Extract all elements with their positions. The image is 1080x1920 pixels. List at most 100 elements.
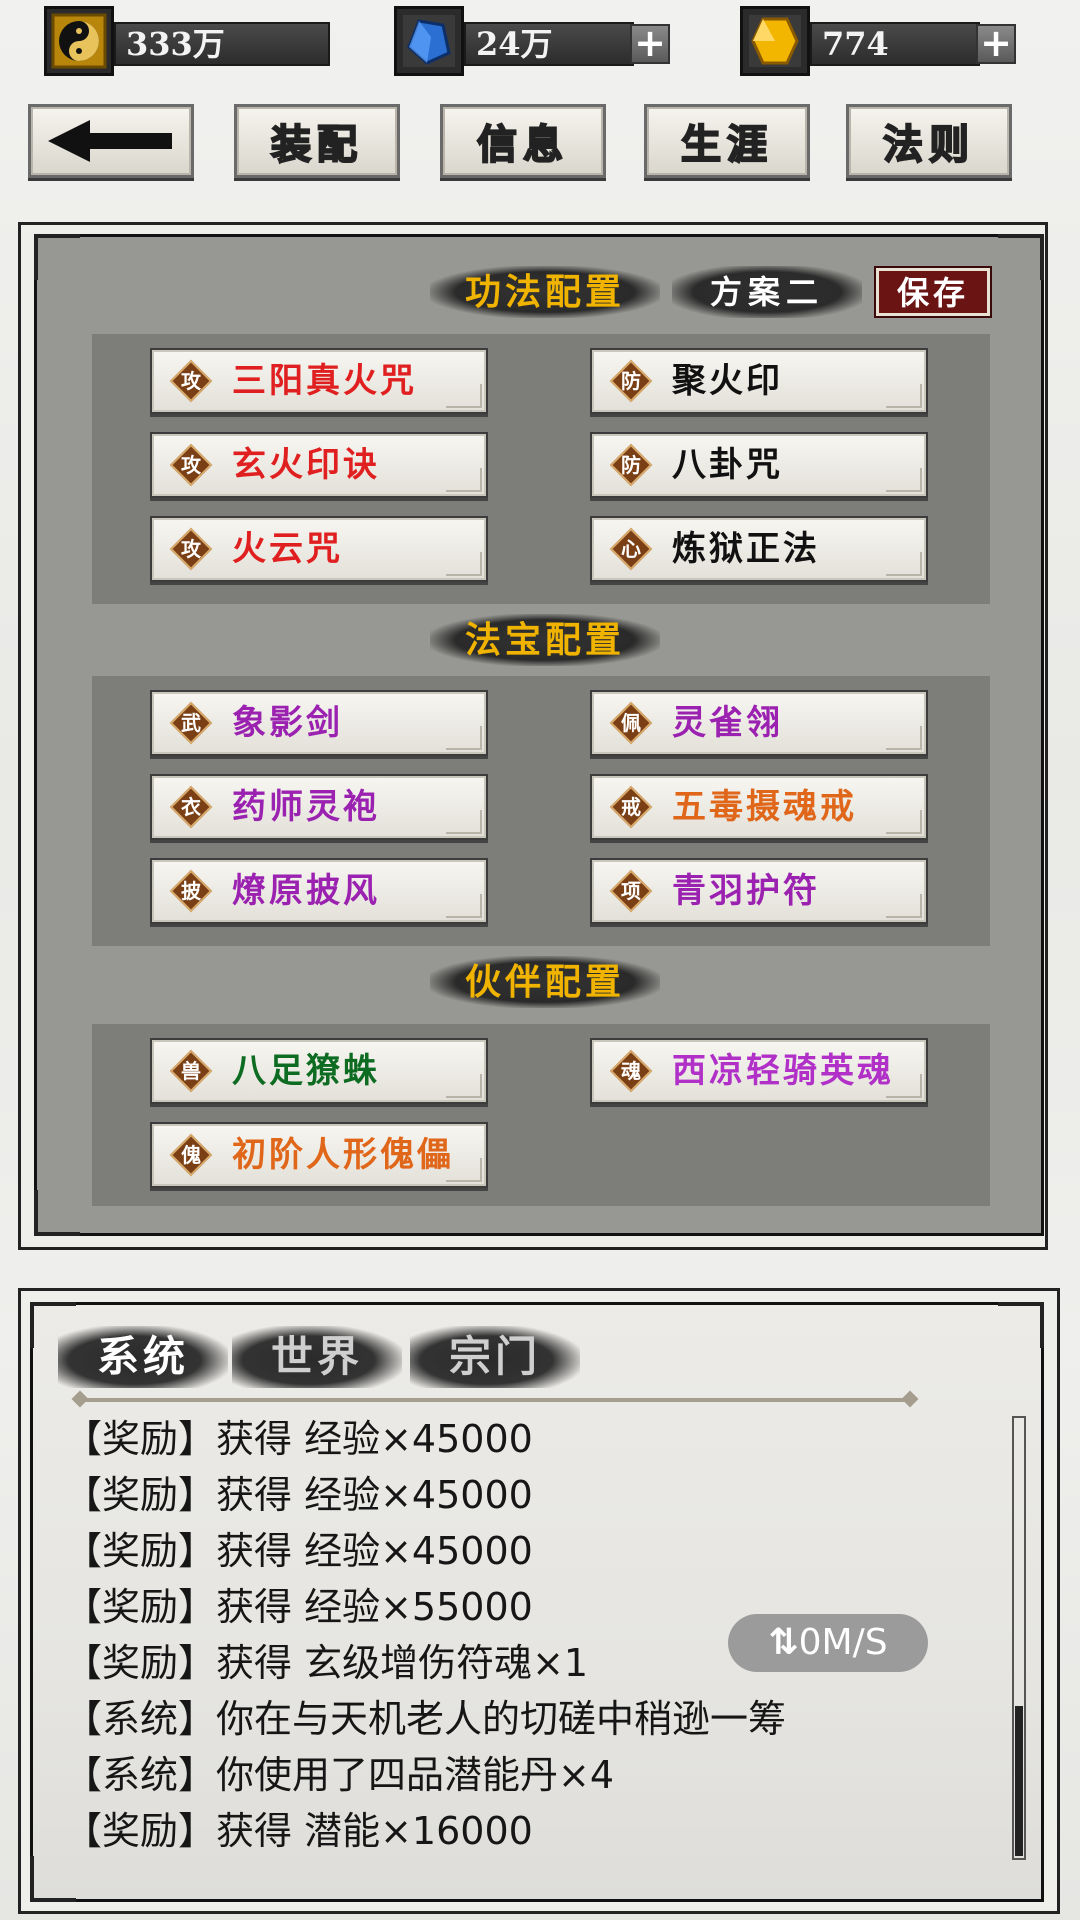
skills-slot[interactable]: 攻 火云咒: [150, 516, 488, 582]
partners-slot[interactable]: 兽 八足獠蛛: [150, 1038, 488, 1104]
slot-type-label: 兽: [181, 1059, 201, 1083]
slot-type-label: 武: [181, 711, 201, 735]
slot-corner-ornament: [886, 726, 922, 750]
tab-career[interactable]: 生涯: [644, 104, 810, 178]
slot-corner-ornament: [446, 726, 482, 750]
chat-message: 【奖励】获得 经验×55000: [64, 1585, 533, 1629]
chat-tab-world[interactable]: 世界: [232, 1326, 402, 1388]
slot-item-name: 青羽护符: [672, 871, 820, 911]
slot-type-label: 披: [181, 879, 201, 903]
skills-slot[interactable]: 攻 三阳真火咒: [150, 348, 488, 414]
chat-message: 【奖励】获得 潜能×16000: [64, 1809, 533, 1853]
slot-type-badge: 佩: [609, 701, 653, 745]
yin-yang-icon: [44, 6, 114, 76]
chat-message: 【奖励】获得 经验×45000: [64, 1529, 533, 1573]
partners-slot[interactable]: 魂 西凉轻骑英魂: [590, 1038, 928, 1104]
slot-type-badge: 心: [609, 527, 653, 571]
frame-corner: [30, 1856, 76, 1902]
slot-corner-ornament: [446, 384, 482, 408]
skills-slot[interactable]: 防 聚火印: [590, 348, 928, 414]
chat-message: 【系统】你在与天机老人的切磋中稍逊一筹: [64, 1697, 787, 1741]
save-button[interactable]: 保存: [876, 268, 990, 316]
gold-gem-icon: [740, 6, 810, 76]
back-arrow-icon: [48, 120, 172, 162]
resource-gold: 774 +: [740, 6, 1020, 78]
treasures-section-title: 法宝配置: [430, 614, 660, 666]
gold-value: 774: [810, 22, 980, 66]
slot-item-name: 燎原披风: [232, 871, 380, 911]
slot-corner-ornament: [446, 468, 482, 492]
chat-scroll-thumb[interactable]: [1015, 1706, 1023, 1856]
slot-type-label: 戒: [621, 795, 641, 819]
slot-corner-ornament: [446, 810, 482, 834]
slot-item-name: 八卦咒: [672, 445, 783, 485]
chat-tab-sect[interactable]: 宗门: [410, 1326, 580, 1388]
treasures-slot[interactable]: 披 燎原披风: [150, 858, 488, 924]
plan-selector[interactable]: 方案二: [672, 266, 862, 318]
slot-corner-ornament: [446, 894, 482, 918]
slot-corner-ornament: [886, 552, 922, 576]
chat-tab-system[interactable]: 系统: [58, 1326, 228, 1388]
partners-section-title: 伙伴配置: [430, 956, 660, 1008]
slot-item-name: 五毒摄魂戒: [672, 787, 857, 827]
tab-info[interactable]: 信息: [440, 104, 606, 178]
network-speed-badge: ⇅0M/S: [728, 1614, 928, 1672]
slot-type-label: 攻: [181, 537, 201, 561]
slot-corner-ornament: [446, 1074, 482, 1098]
slot-type-badge: 衣: [169, 785, 213, 829]
slot-type-badge: 攻: [169, 359, 213, 403]
skills-slot[interactable]: 心 炼狱正法: [590, 516, 928, 582]
slot-item-name: 八足獠蛛: [232, 1051, 380, 1091]
slot-type-label: 防: [621, 453, 641, 477]
gold-plus-button[interactable]: +: [976, 24, 1016, 64]
slot-type-label: 攻: [181, 369, 201, 393]
slot-item-name: 象影剑: [232, 703, 343, 743]
slot-corner-ornament: [886, 468, 922, 492]
slot-item-name: 玄火印诀: [232, 445, 380, 485]
slot-item-name: 药师灵袍: [232, 787, 380, 827]
sync-arrows-icon: ⇅: [768, 1622, 799, 1663]
back-button[interactable]: [28, 104, 194, 178]
treasures-slot[interactable]: 武 象影剑: [150, 690, 488, 756]
partners-slot[interactable]: 傀 初阶人形傀儡: [150, 1122, 488, 1188]
slot-type-label: 心: [621, 537, 641, 561]
tab-equip[interactable]: 装配: [234, 104, 400, 178]
slot-type-badge: 攻: [169, 527, 213, 571]
chat-message: 【奖励】获得 经验×45000: [64, 1417, 533, 1461]
tab-law[interactable]: 法则: [846, 104, 1012, 178]
slot-corner-ornament: [446, 1158, 482, 1182]
slot-item-name: 炼狱正法: [672, 529, 820, 569]
slot-type-label: 防: [621, 369, 641, 393]
skills-slot[interactable]: 攻 玄火印诀: [150, 432, 488, 498]
slot-corner-ornament: [886, 810, 922, 834]
frame-corner: [34, 234, 80, 280]
slot-item-name: 火云咒: [232, 529, 343, 569]
slot-item-name: 初阶人形傀儡: [232, 1135, 454, 1175]
skills-section-title: 功法配置: [430, 266, 660, 318]
slot-type-label: 魂: [621, 1059, 641, 1083]
slot-item-name: 聚火印: [672, 361, 783, 401]
treasures-slot[interactable]: 衣 药师灵袍: [150, 774, 488, 840]
coins-value: 333万: [114, 22, 330, 66]
treasures-slot[interactable]: 佩 灵雀翎: [590, 690, 928, 756]
blue-crystal-icon: [394, 6, 464, 76]
skills-slot[interactable]: 防 八卦咒: [590, 432, 928, 498]
chat-divider: [80, 1398, 910, 1402]
slot-item-name: 三阳真火咒: [232, 361, 417, 401]
slot-type-label: 攻: [181, 453, 201, 477]
resource-coins: 333万: [44, 6, 330, 78]
slot-corner-ornament: [446, 552, 482, 576]
slot-type-badge: 防: [609, 359, 653, 403]
treasures-slot[interactable]: 戒 五毒摄魂戒: [590, 774, 928, 840]
slot-item-name: 西凉轻骑英魂: [672, 1051, 894, 1091]
slot-type-badge: 攻: [169, 443, 213, 487]
crystal-plus-button[interactable]: +: [630, 24, 670, 64]
slot-type-label: 傀: [181, 1143, 201, 1167]
chat-message: 【系统】你使用了四品潜能丹×4: [64, 1753, 615, 1797]
treasures-slot[interactable]: 项 青羽护符: [590, 858, 928, 924]
chat-message: 【奖励】获得 玄级增伤符魂×1: [64, 1641, 589, 1685]
slot-type-label: 衣: [181, 795, 201, 819]
slot-corner-ornament: [886, 1074, 922, 1098]
network-speed-value: 0M/S: [798, 1622, 888, 1663]
frame-corner: [998, 234, 1044, 280]
